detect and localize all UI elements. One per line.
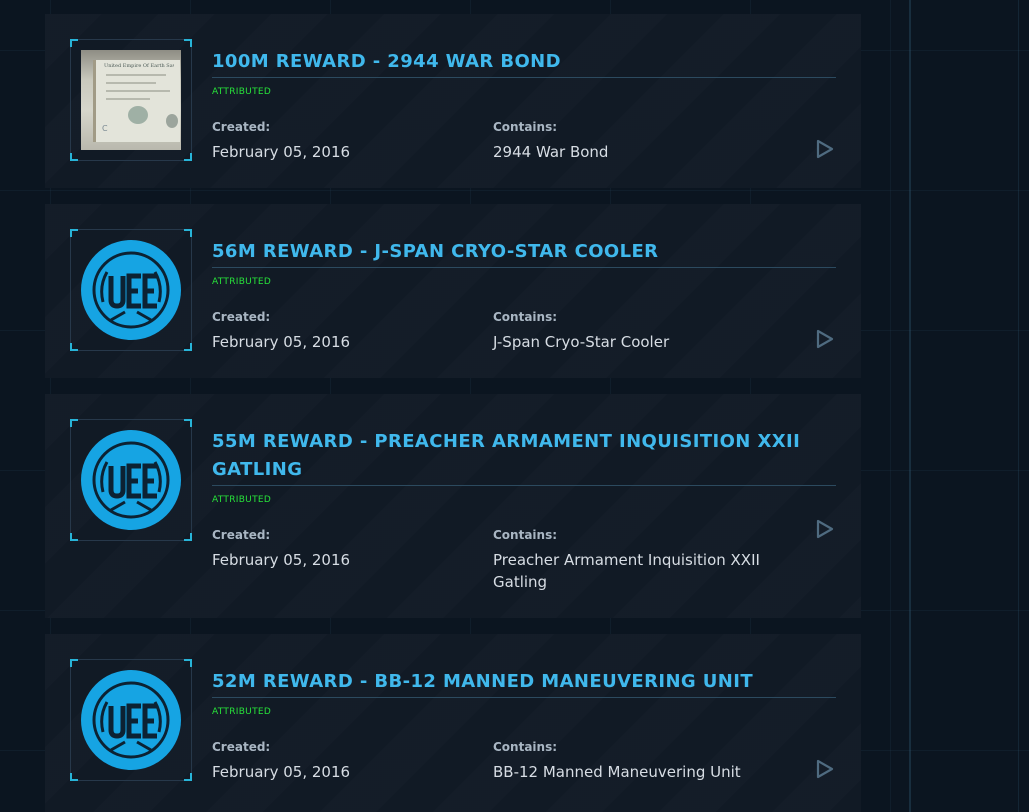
item-thumbnail-frame: United Empire Of Earth Savings Bond C — [70, 39, 192, 161]
expand-play-button[interactable] — [815, 759, 835, 779]
pledge-card[interactable]: 55M REWARD - PREACHER ARMAMENT INQUISITI… — [45, 394, 861, 618]
expand-play-button[interactable] — [815, 519, 835, 539]
created-label: Created: — [212, 120, 271, 134]
item-thumbnail-frame — [70, 419, 192, 541]
pledge-card[interactable]: 52M REWARD - BB-12 MANNED MANEUVERING UN… — [45, 634, 861, 812]
contains-value: Preacher Armament Inquisition XXII Gatli… — [493, 551, 760, 591]
created-value: February 05, 2016 — [212, 763, 351, 781]
status-badge: ATTRIBUTED — [212, 495, 272, 505]
expand-play-button[interactable] — [815, 139, 835, 159]
item-title[interactable]: 56M REWARD - J-SPAN CRYO-STAR COOLER — [212, 238, 836, 268]
bond-heading-text: United Empire Of Earth Savings Bond — [104, 63, 174, 69]
status-badge: ATTRIBUTED — [212, 87, 272, 97]
uee-logo-icon — [81, 670, 181, 770]
contains-value: J-Span Cryo-Star Cooler — [493, 333, 670, 351]
pledge-card[interactable]: 56M REWARD - J-SPAN CRYO-STAR COOLER ATT… — [45, 204, 861, 378]
status-badge: ATTRIBUTED — [212, 277, 272, 287]
war-bond-certificate-image: United Empire Of Earth Savings Bond C — [81, 50, 181, 150]
created-value: February 05, 2016 — [212, 333, 351, 351]
item-title[interactable]: 100M REWARD - 2944 WAR BOND — [212, 48, 836, 78]
uee-logo-icon — [81, 430, 181, 530]
item-title[interactable]: 55M REWARD - PREACHER ARMAMENT INQUISITI… — [212, 428, 836, 486]
contains-value: 2944 War Bond — [493, 143, 609, 161]
status-badge: ATTRIBUTED — [212, 707, 272, 717]
created-label: Created: — [212, 740, 271, 754]
expand-play-button[interactable] — [815, 329, 835, 349]
play-triangle-icon — [816, 519, 834, 539]
item-title[interactable]: 52M REWARD - BB-12 MANNED MANEUVERING UN… — [212, 668, 836, 698]
uee-logo-icon — [81, 240, 181, 340]
contains-label: Contains: — [493, 310, 558, 324]
item-thumbnail-frame — [70, 659, 192, 781]
pledge-card[interactable]: United Empire Of Earth Savings Bond C 10… — [45, 14, 861, 188]
play-triangle-icon — [816, 329, 834, 349]
contains-value: BB-12 Manned Maneuvering Unit — [493, 763, 741, 781]
created-label: Created: — [212, 310, 271, 324]
play-triangle-icon — [816, 759, 834, 779]
item-thumbnail-frame — [70, 229, 192, 351]
background-rail — [1018, 0, 1019, 812]
contains-label: Contains: — [493, 740, 558, 754]
background-rail — [909, 0, 911, 812]
bond-mark-text: C — [102, 124, 108, 133]
created-value: February 05, 2016 — [212, 551, 351, 569]
created-value: February 05, 2016 — [212, 143, 351, 161]
play-triangle-icon — [816, 139, 834, 159]
contains-label: Contains: — [493, 528, 558, 542]
created-label: Created: — [212, 528, 271, 542]
contains-label: Contains: — [493, 120, 558, 134]
